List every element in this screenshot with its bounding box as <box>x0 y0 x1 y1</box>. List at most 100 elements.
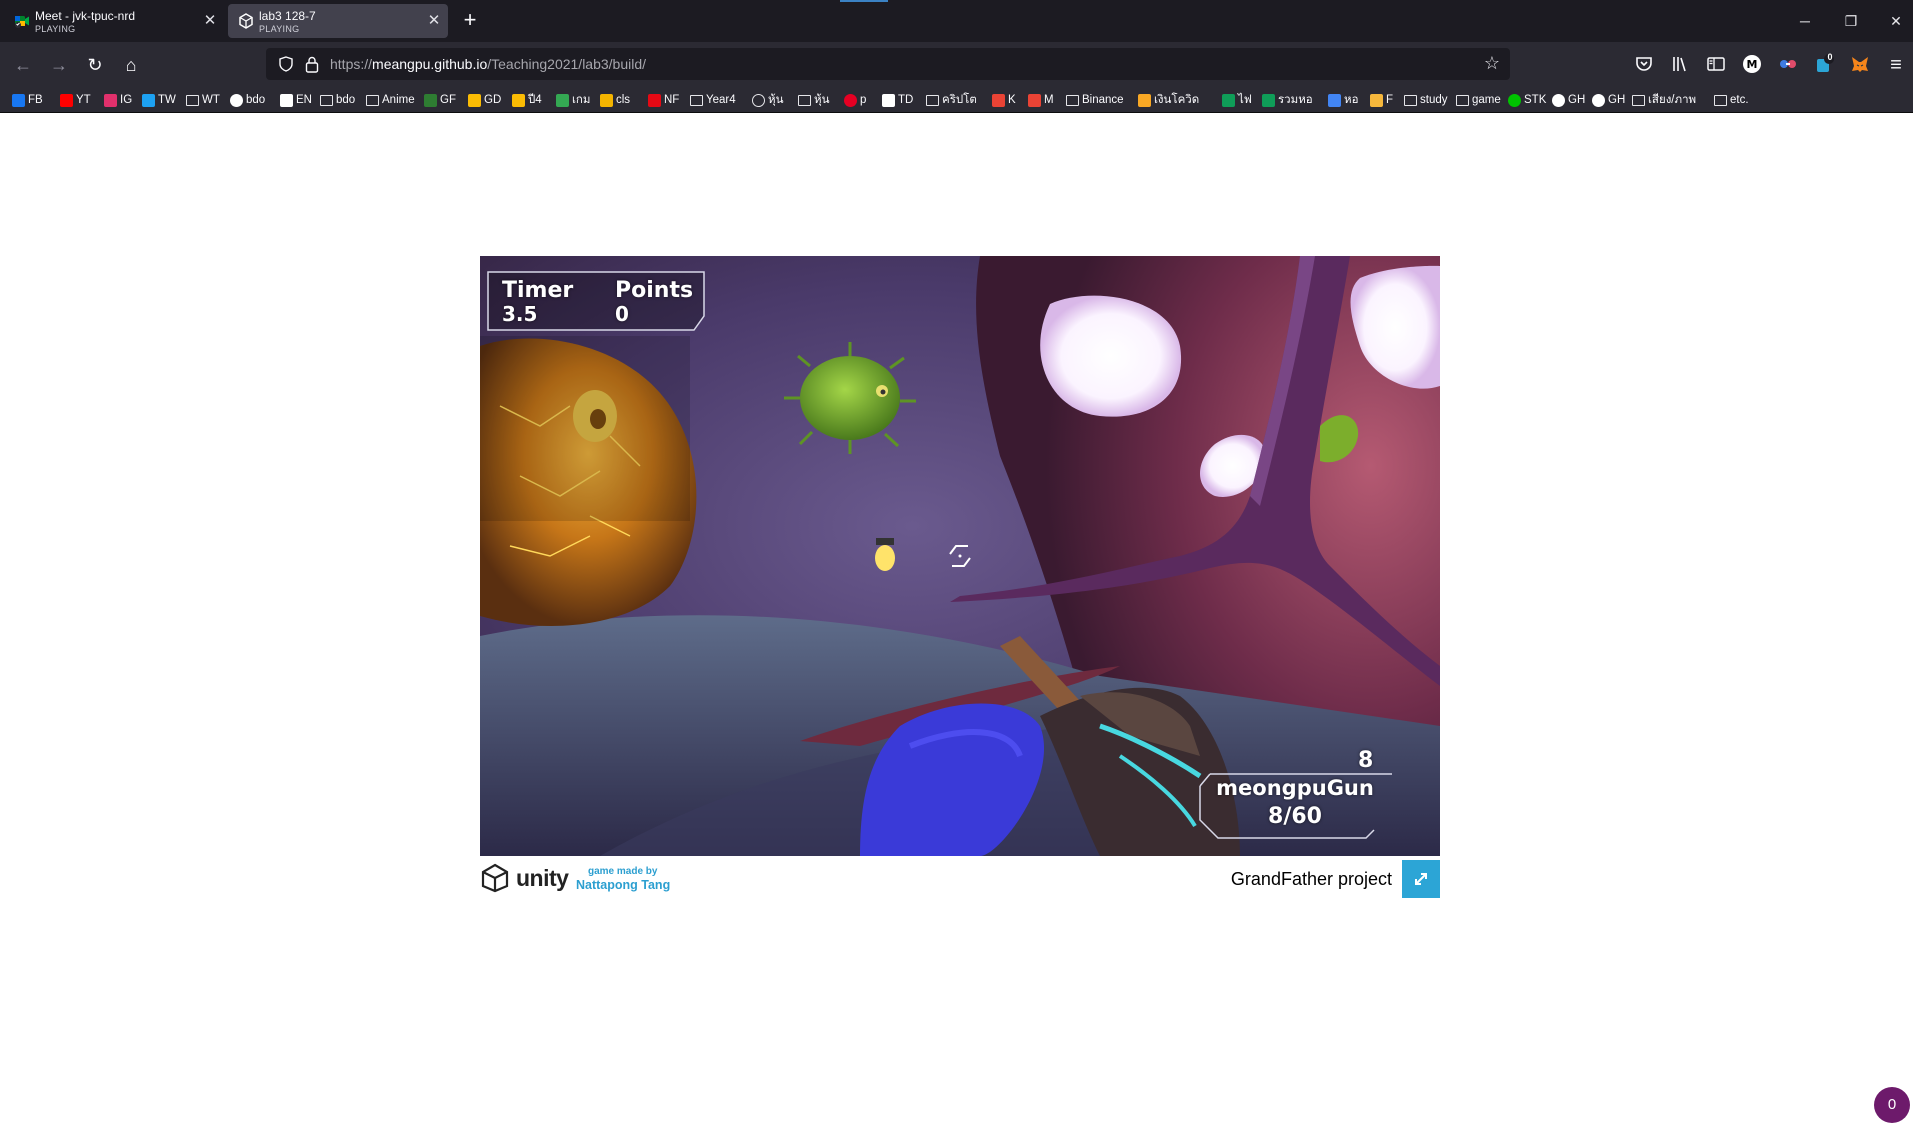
bookmark-item[interactable]: GH <box>1592 91 1625 109</box>
bookmark-item[interactable]: etc. <box>1714 91 1749 109</box>
lock-icon[interactable] <box>304 55 320 73</box>
bookmark-label: STK <box>1524 94 1547 106</box>
made-by-author: Nattapong Tang <box>576 878 671 892</box>
pocket-icon[interactable] <box>1634 54 1654 74</box>
bookmark-item[interactable]: game <box>1456 91 1501 109</box>
navigation-toolbar: ← → ↻ ⌂ https://meangpu.github.io/Teachi… <box>0 42 1913 87</box>
bookmark-item[interactable]: เสียง/ภาพ <box>1632 91 1696 109</box>
pinterest-icon <box>844 93 857 107</box>
instagram-icon <box>104 93 117 107</box>
bookmark-item[interactable]: คริปโต <box>926 91 977 109</box>
fullscreen-button[interactable] <box>1402 860 1440 898</box>
bookmark-item[interactable]: bdo <box>230 91 265 109</box>
bookmark-item[interactable]: หุ้น <box>798 91 829 109</box>
bookmark-label: WT <box>202 94 220 106</box>
tab-meet[interactable]: Meet - jvk-tpuc-nrd PLAYING ✕ <box>4 4 224 38</box>
bookmark-item[interactable]: STK <box>1508 91 1546 109</box>
bookmark-item[interactable]: M <box>1028 91 1054 109</box>
bookmark-item[interactable]: Binance <box>1066 91 1124 109</box>
bookmark-item[interactable]: หุ้น <box>752 91 783 109</box>
points-value: 0 <box>615 302 629 326</box>
unity-game-canvas[interactable]: Timer 3.5 Points 0 8 meongpuGun 8/60 <box>480 256 1440 856</box>
close-tab-icon[interactable]: ✕ <box>425 12 443 30</box>
home-icon[interactable]: ⌂ <box>117 51 145 79</box>
github-icon <box>1592 93 1605 107</box>
youtube-icon <box>60 93 73 107</box>
bookmark-item[interactable]: p <box>844 91 866 109</box>
metamask-fox-icon[interactable] <box>1850 54 1870 74</box>
minimize-icon[interactable]: ─ <box>1793 10 1817 32</box>
folder-icon <box>1066 94 1079 106</box>
bookmark-item[interactable]: TW <box>142 91 176 109</box>
restore-icon[interactable]: ❐ <box>1839 10 1863 32</box>
bookmark-item[interactable]: K <box>992 91 1016 109</box>
green-plus-icon <box>1222 93 1235 107</box>
bookmark-item[interactable]: EN <box>280 91 312 109</box>
address-bar[interactable]: https://meangpu.github.io/Teaching2021/l… <box>266 48 1510 80</box>
bookmark-item[interactable]: bdo <box>320 91 355 109</box>
bookmark-item[interactable]: study <box>1404 91 1448 109</box>
bookmark-item[interactable]: cls <box>600 91 630 109</box>
line-icon <box>1508 93 1521 107</box>
bookmark-item[interactable]: WT <box>186 91 220 109</box>
timer-label: Timer <box>502 278 574 303</box>
window-close-icon[interactable]: ✕ <box>1884 10 1908 32</box>
url-path: /Teaching2021/lab3/build/ <box>487 56 647 72</box>
tab-lab3[interactable]: lab3 128-7 PLAYING ✕ <box>228 4 448 38</box>
forward-arrow-icon[interactable]: → <box>45 51 73 79</box>
google-drive-icon <box>468 93 481 107</box>
sidebar-icon[interactable] <box>1706 54 1726 74</box>
bookmark-label: คริปโต <box>942 94 977 106</box>
back-arrow-icon[interactable]: ← <box>9 51 37 79</box>
bookmark-item[interactable]: หอ <box>1328 91 1359 109</box>
bookmark-item[interactable]: F <box>1370 91 1393 109</box>
bookmark-label: IG <box>120 94 133 106</box>
bookmark-item[interactable]: เกม <box>556 91 590 109</box>
twitter-icon <box>142 93 155 107</box>
bookmark-label: study <box>1420 94 1448 106</box>
url-domain: meangpu.github.io <box>372 56 488 72</box>
bookmark-item[interactable]: Anime <box>366 91 415 109</box>
gmail-icon <box>992 93 1005 107</box>
bookmark-item[interactable]: Year4 <box>690 91 736 109</box>
google-icon <box>230 93 243 107</box>
reload-icon[interactable]: ↻ <box>81 51 109 79</box>
made-by-caption: game made by <box>588 866 658 877</box>
bookmark-item[interactable]: FB <box>12 91 43 109</box>
folder-icon <box>1714 94 1727 106</box>
bookmark-item[interactable]: GD <box>468 91 501 109</box>
bookmark-item[interactable]: NF <box>648 91 679 109</box>
bookmark-item[interactable]: ปี4 <box>512 91 542 109</box>
bookmark-item[interactable]: ไฟ <box>1222 91 1252 109</box>
google-meet-icon <box>15 16 29 28</box>
gmail-icon <box>1028 93 1041 107</box>
bookmark-label: TD <box>898 94 914 106</box>
bookmark-item[interactable]: เงินโควิด <box>1138 91 1199 109</box>
bookmark-item[interactable]: GF <box>424 91 456 109</box>
url-text[interactable]: https://meangpu.github.io/Teaching2021/l… <box>330 56 646 72</box>
bookmark-star-icon[interactable]: ☆ <box>1484 53 1500 74</box>
folder-icon <box>320 94 333 106</box>
library-icon[interactable] <box>1670 54 1690 74</box>
bookmark-label: bdo <box>336 94 356 106</box>
new-tab-button[interactable]: + <box>458 8 482 34</box>
bookmark-label: Year4 <box>706 94 736 106</box>
bookmark-label: หอ <box>1344 94 1359 106</box>
netflix-icon <box>648 93 661 107</box>
notification-badge[interactable]: 0 <box>1874 1087 1910 1123</box>
gun-name: meongpuGun <box>1216 776 1374 800</box>
fullscreen-expand-icon <box>1415 873 1427 885</box>
tracking-shield-icon[interactable] <box>278 56 294 72</box>
unity-favicon-icon <box>239 13 253 29</box>
classroom-icon <box>600 93 613 107</box>
bookmark-item[interactable]: GH <box>1552 91 1585 109</box>
close-tab-icon[interactable]: ✕ <box>201 12 219 30</box>
medium-extension-icon[interactable]: M <box>1742 54 1762 74</box>
bookmark-item[interactable]: IG <box>104 91 132 109</box>
glasses-extension-icon[interactable] <box>1778 54 1798 74</box>
bookmark-item[interactable]: TD <box>882 91 913 109</box>
extension-badge-count: 0 <box>1827 52 1833 62</box>
bookmark-item[interactable]: รวมหอ <box>1262 91 1313 109</box>
menu-hamburger-icon[interactable]: ≡ <box>1882 51 1910 79</box>
bookmark-item[interactable]: YT <box>60 91 91 109</box>
